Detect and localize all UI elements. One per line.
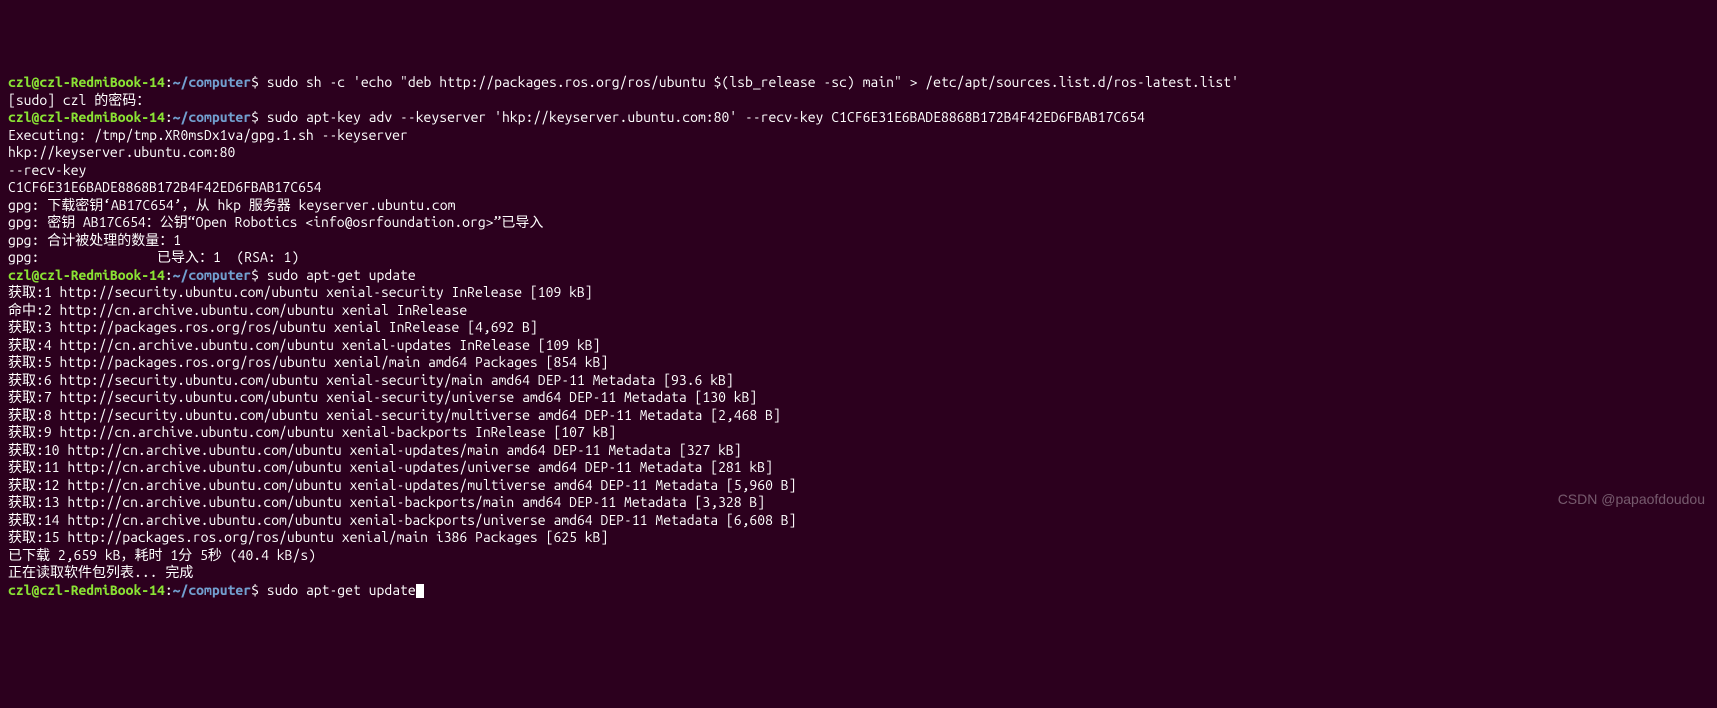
prompt-path: ~/computer [173, 267, 251, 283]
output-text: gpg: 下载密钥‘AB17C654’，从 hkp 服务器 keyserver.… [8, 197, 455, 213]
terminal-line: 命中:2 http://cn.archive.ubuntu.com/ubuntu… [8, 302, 1709, 320]
output-text: 获取:12 http://cn.archive.ubuntu.com/ubunt… [8, 477, 796, 493]
output-text: 获取:8 http://security.ubuntu.com/ubuntu x… [8, 407, 781, 423]
command-text: sudo sh -c 'echo "deb http://packages.ro… [267, 74, 1239, 90]
terminal-line: czl@czl-RedmiBook-14:~/computer$ sudo ap… [8, 582, 1709, 600]
prompt-dollar: $ [251, 582, 267, 598]
terminal-line: 正在读取软件包列表... 完成 [8, 564, 1709, 582]
output-text: gpg: 合计被处理的数量：1 [8, 232, 181, 248]
terminal-line: 获取:6 http://security.ubuntu.com/ubuntu x… [8, 372, 1709, 390]
prompt-sep: : [165, 267, 173, 283]
terminal-line: 获取:11 http://cn.archive.ubuntu.com/ubunt… [8, 459, 1709, 477]
terminal-line: gpg: 已导入：1 (RSA: 1) [8, 249, 1709, 267]
terminal-line: 获取:8 http://security.ubuntu.com/ubuntu x… [8, 407, 1709, 425]
output-text: 获取:13 http://cn.archive.ubuntu.com/ubunt… [8, 494, 765, 510]
command-text: sudo apt-key adv --keyserver 'hkp://keys… [267, 109, 1145, 125]
output-text: 获取:3 http://packages.ros.org/ros/ubuntu … [8, 319, 538, 335]
terminal-line: 获取:3 http://packages.ros.org/ros/ubuntu … [8, 319, 1709, 337]
terminal-line: hkp://keyserver.ubuntu.com:80 [8, 144, 1709, 162]
output-text: 获取:7 http://security.ubuntu.com/ubuntu x… [8, 389, 757, 405]
prompt-dollar: $ [251, 74, 267, 90]
terminal-line: [sudo] czl 的密码： [8, 92, 1709, 110]
terminal-line: 已下载 2,659 kB，耗时 1分 5秒 (40.4 kB/s) [8, 547, 1709, 565]
output-text: 正在读取软件包列表... 完成 [8, 564, 193, 580]
terminal-line: C1CF6E31E6BADE8868B172B4F42ED6FBAB17C654 [8, 179, 1709, 197]
output-text: 获取:1 http://security.ubuntu.com/ubuntu x… [8, 284, 593, 300]
prompt-path: ~/computer [173, 582, 251, 598]
output-text: 获取:6 http://security.ubuntu.com/ubuntu x… [8, 372, 734, 388]
terminal-line: Executing: /tmp/tmp.XR0msDx1va/gpg.1.sh … [8, 127, 1709, 145]
output-text: 获取:5 http://packages.ros.org/ros/ubuntu … [8, 354, 608, 370]
output-text: Executing: /tmp/tmp.XR0msDx1va/gpg.1.sh … [8, 127, 408, 143]
terminal-output[interactable]: czl@czl-RedmiBook-14:~/computer$ sudo sh… [8, 74, 1709, 599]
output-text: 获取:15 http://packages.ros.org/ros/ubuntu… [8, 529, 608, 545]
terminal-line: 获取:4 http://cn.archive.ubuntu.com/ubuntu… [8, 337, 1709, 355]
terminal-line: gpg: 密钥 AB17C654：公钥“Open Robotics <info@… [8, 214, 1709, 232]
terminal-line: --recv-key [8, 162, 1709, 180]
output-text: 已下载 2,659 kB，耗时 1分 5秒 (40.4 kB/s) [8, 547, 316, 563]
output-text: hkp://keyserver.ubuntu.com:80 [8, 144, 235, 160]
prompt-dollar: $ [251, 267, 267, 283]
output-text: gpg: 密钥 AB17C654：公钥“Open Robotics <info@… [8, 214, 543, 230]
terminal-line: 获取:9 http://cn.archive.ubuntu.com/ubuntu… [8, 424, 1709, 442]
terminal-line: 获取:1 http://security.ubuntu.com/ubuntu x… [8, 284, 1709, 302]
terminal-line: 获取:12 http://cn.archive.ubuntu.com/ubunt… [8, 477, 1709, 495]
terminal-line: gpg: 下载密钥‘AB17C654’，从 hkp 服务器 keyserver.… [8, 197, 1709, 215]
terminal-line: 获取:7 http://security.ubuntu.com/ubuntu x… [8, 389, 1709, 407]
prompt-user: czl@czl-RedmiBook-14 [8, 582, 165, 598]
prompt-user: czl@czl-RedmiBook-14 [8, 74, 165, 90]
terminal-line: czl@czl-RedmiBook-14:~/computer$ sudo ap… [8, 109, 1709, 127]
output-text: --recv-key [8, 162, 86, 178]
output-text: [sudo] czl 的密码： [8, 92, 150, 108]
terminal-line: czl@czl-RedmiBook-14:~/computer$ sudo ap… [8, 267, 1709, 285]
output-text: 获取:11 http://cn.archive.ubuntu.com/ubunt… [8, 459, 773, 475]
prompt-sep: : [165, 582, 173, 598]
terminal-line: 获取:15 http://packages.ros.org/ros/ubuntu… [8, 529, 1709, 547]
watermark: CSDN @papaofdoudou [1558, 491, 1705, 509]
command-text: sudo apt-get update [267, 267, 416, 283]
prompt-path: ~/computer [173, 109, 251, 125]
output-text: gpg: 已导入：1 (RSA: 1) [8, 249, 299, 265]
output-text: 命中:2 http://cn.archive.ubuntu.com/ubuntu… [8, 302, 467, 318]
terminal-line: 获取:5 http://packages.ros.org/ros/ubuntu … [8, 354, 1709, 372]
prompt-path: ~/computer [173, 74, 251, 90]
terminal-line: czl@czl-RedmiBook-14:~/computer$ sudo sh… [8, 74, 1709, 92]
output-text: 获取:10 http://cn.archive.ubuntu.com/ubunt… [8, 442, 742, 458]
output-text: 获取:4 http://cn.archive.ubuntu.com/ubuntu… [8, 337, 600, 353]
prompt-sep: : [165, 109, 173, 125]
cursor-icon [416, 584, 424, 598]
terminal-line: 获取:13 http://cn.archive.ubuntu.com/ubunt… [8, 494, 1709, 512]
command-text: sudo apt-get update [267, 582, 416, 598]
prompt-dollar: $ [251, 109, 267, 125]
terminal-line: 获取:10 http://cn.archive.ubuntu.com/ubunt… [8, 442, 1709, 460]
prompt-user: czl@czl-RedmiBook-14 [8, 267, 165, 283]
output-text: 获取:9 http://cn.archive.ubuntu.com/ubuntu… [8, 424, 616, 440]
prompt-user: czl@czl-RedmiBook-14 [8, 109, 165, 125]
terminal-line: 获取:14 http://cn.archive.ubuntu.com/ubunt… [8, 512, 1709, 530]
output-text: C1CF6E31E6BADE8868B172B4F42ED6FBAB17C654 [8, 179, 322, 195]
terminal-line: gpg: 合计被处理的数量：1 [8, 232, 1709, 250]
prompt-sep: : [165, 74, 173, 90]
